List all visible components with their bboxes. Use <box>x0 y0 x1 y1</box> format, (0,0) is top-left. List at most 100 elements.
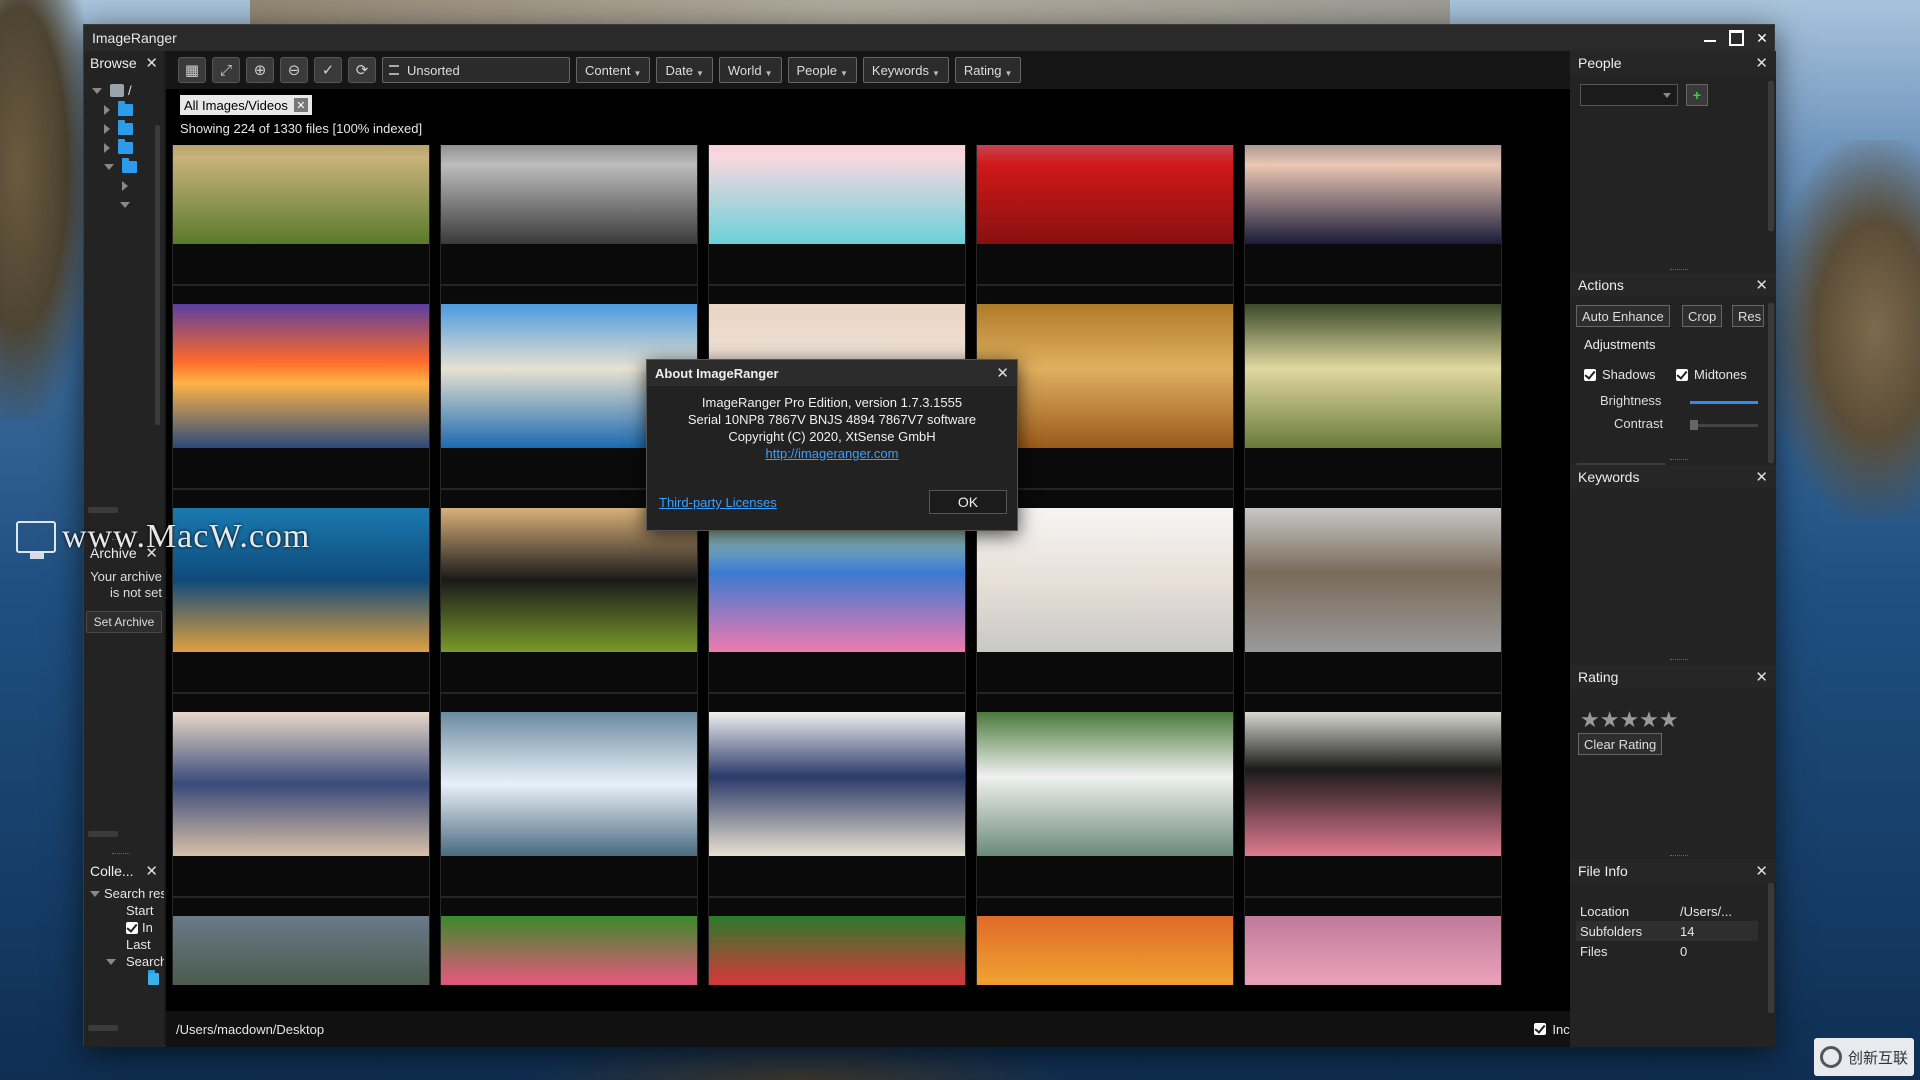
thumbnail-crane-bird[interactable] <box>976 693 1234 897</box>
panel-splitter[interactable] <box>1670 269 1688 271</box>
people-scrollbar[interactable] <box>1768 81 1774 231</box>
expand-right-icon[interactable] <box>122 180 128 191</box>
expand-down-icon[interactable] <box>92 87 102 94</box>
people-select[interactable] <box>1580 84 1678 106</box>
expand-down-icon[interactable] <box>104 163 114 170</box>
thumbnail-woman-lavender[interactable] <box>1244 897 1502 985</box>
clear-rating-button[interactable]: Clear Rating <box>1578 733 1663 755</box>
thumbnail-sleeping-child[interactable] <box>172 693 430 897</box>
filter-date-button[interactable]: Date ▼ <box>656 57 713 83</box>
fit-icon[interactable]: ⤢ <box>212 57 240 83</box>
brightness-slider[interactable] <box>1690 401 1758 404</box>
expand-right-icon[interactable] <box>104 104 110 115</box>
thumbnail-bride-running[interactable] <box>440 693 698 897</box>
website-link[interactable]: http://imageranger.com <box>766 446 899 461</box>
resize-button[interactable]: Res <box>1732 305 1764 327</box>
panel-splitter[interactable] <box>1670 855 1688 857</box>
maximize-button[interactable] <box>1728 30 1744 46</box>
collection-item[interactable]: Search <box>90 953 164 970</box>
tree-subfolder-1[interactable] <box>92 176 164 195</box>
close-people-panel-icon[interactable]: ✕ <box>1755 54 1768 72</box>
minimize-button[interactable] <box>1702 30 1718 46</box>
midtones-toggle[interactable]: Midtones <box>1676 367 1766 382</box>
thumbnail-girl-flowers[interactable] <box>172 145 430 285</box>
collection-item[interactable]: Last <box>90 936 164 953</box>
panel-splitter[interactable] <box>112 853 130 855</box>
tree-root[interactable]: / <box>92 81 164 100</box>
set-archive-button[interactable]: Set Archive <box>85 611 163 633</box>
filter-world-button[interactable]: World ▼ <box>718 57 782 83</box>
collections-hscrollbar[interactable] <box>88 1025 118 1031</box>
tree-folder-3[interactable] <box>92 138 164 157</box>
tree-folder-1[interactable] <box>92 100 164 119</box>
tree-hscrollbar[interactable] <box>88 507 118 513</box>
close-rating-panel-icon[interactable]: ✕ <box>1755 668 1768 686</box>
close-browse-panel-icon[interactable]: ✕ <box>145 54 158 72</box>
tree-folder-2[interactable] <box>92 119 164 138</box>
expand-down-icon[interactable] <box>106 958 116 965</box>
shadows-toggle[interactable]: Shadows <box>1584 367 1655 382</box>
tree-subfolder-2[interactable] <box>92 195 164 214</box>
star-rating[interactable]: ★★★★★ <box>1580 707 1679 733</box>
thumbnail-woman-sweater[interactable] <box>708 693 966 897</box>
actions-panel-title: Actions <box>1578 277 1624 293</box>
expand-down-icon[interactable] <box>90 890 100 897</box>
third-party-licenses-link[interactable]: Third-party Licenses <box>659 495 777 510</box>
tree-folder-4[interactable] <box>92 157 164 176</box>
thumbnail-woman-bench[interactable] <box>1244 693 1502 897</box>
auto-enhance-button[interactable]: Auto Enhance <box>1576 305 1670 327</box>
filter-rating-button[interactable]: Rating ▼ <box>954 57 1022 83</box>
collection-item[interactable]: Search results <box>90 885 164 902</box>
expand-right-icon[interactable] <box>104 123 110 134</box>
expand-down-icon[interactable] <box>120 201 130 208</box>
close-collections-panel-icon[interactable]: ✕ <box>145 862 158 880</box>
contrast-slider-knob[interactable] <box>1690 420 1698 430</box>
shadows-checkbox[interactable] <box>1584 368 1596 381</box>
zoom-out-icon[interactable]: ⊖ <box>280 57 308 83</box>
ok-button[interactable]: OK <box>929 490 1007 514</box>
archive-hscrollbar[interactable] <box>88 831 118 837</box>
thumbnail-grid[interactable] <box>166 145 1636 985</box>
close-keywords-panel-icon[interactable]: ✕ <box>1755 468 1768 486</box>
tree-scrollbar[interactable] <box>155 125 160 425</box>
collection-item[interactable]: In <box>90 919 164 936</box>
include-subfolders-checkbox[interactable] <box>1534 1023 1547 1035</box>
close-actions-panel-icon[interactable]: ✕ <box>1755 276 1768 294</box>
actions-scrollbar[interactable] <box>1768 303 1774 463</box>
thumbnail-white-dress-dark[interactable] <box>440 145 698 285</box>
thumbnail-kitten[interactable] <box>1244 489 1502 693</box>
check-icon[interactable]: ✓ <box>314 57 342 83</box>
crop-button[interactable]: Crop <box>1682 305 1723 327</box>
thumbnail-sunset-silhouette[interactable] <box>172 285 430 489</box>
sort-select[interactable]: Unsorted <box>382 57 570 83</box>
filter-people-button[interactable]: People ▼ <box>787 57 857 83</box>
close-dialog-icon[interactable]: ✕ <box>996 364 1009 382</box>
contrast-slider[interactable] <box>1690 420 1758 430</box>
filter-content-button[interactable]: Content ▼ <box>576 57 651 83</box>
grid-view-icon[interactable]: ▦ <box>178 57 206 83</box>
thumbnail-cupcake[interactable] <box>708 145 966 285</box>
thumbnail-woman-lying[interactable] <box>1244 145 1502 285</box>
thumbnail-violinist[interactable] <box>1244 285 1502 489</box>
panel-splitter[interactable] <box>1670 459 1688 461</box>
thumbnail-parrots[interactable] <box>440 897 698 985</box>
collection-item[interactable]: Start <box>90 902 164 919</box>
collection-item[interactable] <box>90 970 164 987</box>
collection-checkbox[interactable] <box>126 921 138 934</box>
folder-tree[interactable]: / <box>84 75 164 435</box>
close-window-button[interactable]: ✕ <box>1754 30 1770 46</box>
thumbnail-train-tracks[interactable] <box>708 897 966 985</box>
close-file-info-panel-icon[interactable]: ✕ <box>1755 862 1768 880</box>
thumbnail-red-dress[interactable] <box>976 145 1234 285</box>
refresh-icon[interactable]: ⟳ <box>348 57 376 83</box>
zoom-in-icon[interactable]: ⊕ <box>246 57 274 83</box>
filter-keywords-button[interactable]: Keywords ▼ <box>862 57 949 83</box>
panel-splitter[interactable] <box>1670 659 1688 661</box>
remove-filter-icon[interactable]: ✕ <box>293 98 308 112</box>
add-person-button[interactable]: + <box>1686 84 1708 106</box>
midtones-checkbox[interactable] <box>1676 368 1688 381</box>
file-info-scrollbar[interactable] <box>1768 883 1774 1013</box>
thumbnail-autumn-leaves[interactable] <box>976 897 1234 985</box>
expand-right-icon[interactable] <box>104 142 110 153</box>
thumbnail-girl-umbrella[interactable] <box>172 897 430 985</box>
